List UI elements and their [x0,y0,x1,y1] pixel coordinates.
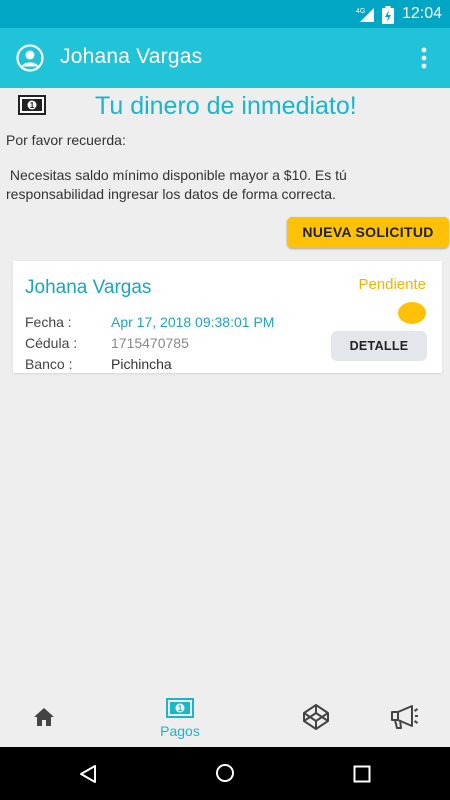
megaphone-icon [391,705,419,729]
home-circle-icon[interactable] [215,763,235,783]
back-icon[interactable] [78,764,98,784]
codepen-icon [303,704,329,730]
banner-title: Tu dinero de inmediato! [95,92,357,120]
status-bar: 4G 12:04 [0,0,450,28]
money-icon: 1 [166,698,194,718]
signal-icon: 4G [356,8,374,22]
app-bar: Johana Vargas [0,28,450,88]
nav-pagos[interactable]: 1 Pagos [150,692,210,747]
system-nav-bar [0,747,450,800]
svg-text:1: 1 [30,101,35,110]
home-icon [34,708,54,726]
cedula-value: 1715470785 [111,335,189,351]
money-icon: 1 [18,95,46,115]
overflow-menu-icon[interactable] [414,44,434,72]
request-name: Johana Vargas [25,277,152,298]
clock: 12:04 [402,5,443,22]
bottom-nav: 1 Pagos [0,692,450,747]
reminder-text: Por favor recuerda: [6,132,126,148]
notice-text: Necesitas saldo mínimo disponible mayor … [6,167,351,202]
status-text: Pendiente [358,276,426,293]
banco-value: Pichincha [111,356,172,372]
nav-pagos-label: Pagos [160,723,200,739]
svg-text:1: 1 [178,704,183,713]
fecha-label: Fecha : [25,314,72,330]
network-type: 4G [356,8,365,15]
recent-apps-icon[interactable] [353,765,371,783]
status-indicator [398,302,426,324]
cedula-label: Cédula : [25,335,78,351]
request-card[interactable]: Johana Vargas Pendiente Fecha : Apr 17, … [13,261,442,373]
account-icon[interactable] [16,44,44,72]
battery-icon [382,6,394,24]
banco-label: Banco : [25,356,73,372]
detail-button[interactable]: DETALLE [331,331,427,361]
fecha-value: Apr 17, 2018 09:38:01 PM [111,314,275,330]
app-title: Johana Vargas [60,45,203,68]
new-request-button[interactable]: NUEVA SOLICITUD [287,217,449,248]
